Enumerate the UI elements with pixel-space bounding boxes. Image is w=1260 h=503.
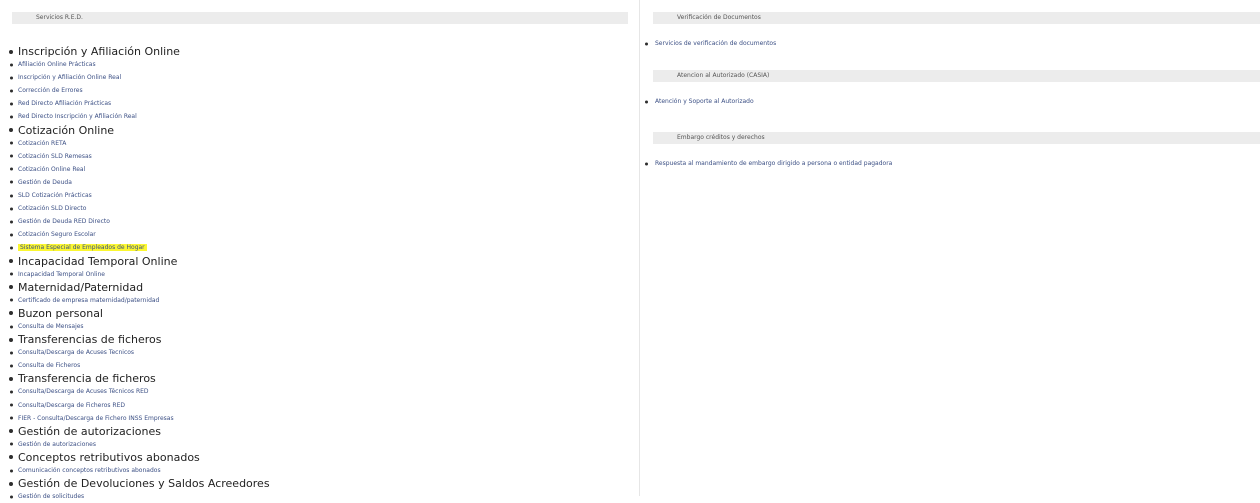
service-link[interactable]: Cotización Seguro Escolar xyxy=(0,228,639,241)
section-document-verification: Verificación de Documentos Servicios de … xyxy=(641,12,1260,54)
category-heading: Incapacidad Temporal Online xyxy=(0,255,639,268)
service-link[interactable]: Consulta de Ficheros xyxy=(0,359,639,372)
service-link[interactable]: Consulta/Descarga de Ficheros RED xyxy=(0,399,639,412)
service-link[interactable]: Red Directo Inscripción y Afiliación Rea… xyxy=(0,110,639,123)
service-link[interactable]: Cotización RETA xyxy=(0,137,639,150)
service-link[interactable]: Cotización SLD Directo xyxy=(0,202,639,215)
link-casia-support[interactable]: Atención y Soporte al Autorizado xyxy=(641,92,1260,112)
service-link[interactable]: Gestión de Deuda xyxy=(0,176,639,189)
section-casia: Atencion al Autorizado (CASIA) Atención … xyxy=(641,70,1260,112)
service-link[interactable]: Afiliación Online Prácticas xyxy=(0,58,639,71)
service-link[interactable]: Consulta/Descarga de Acuses Tecnicos xyxy=(0,346,639,359)
category-heading: Gestión de autorizaciones xyxy=(0,425,639,438)
section-embargo: Embargo créditos y derechos Respuesta al… xyxy=(641,132,1260,174)
service-link[interactable]: FIER - Consulta/Descarga de Fichero INSS… xyxy=(0,412,639,425)
category-heading: Transferencias de ficheros xyxy=(0,333,639,346)
red-services-header: Servicios R.E.D. xyxy=(12,12,628,24)
red-services-list: Inscripción y Afiliación Online Afiliació… xyxy=(0,45,639,503)
link-embargo-response[interactable]: Respuesta al mandamiento de embargo diri… xyxy=(641,154,1260,174)
service-link[interactable]: Cotización SLD Remesas xyxy=(0,150,639,163)
red-services-panel: Servicios R.E.D. Inscripción y Afiliació… xyxy=(0,0,640,500)
service-link[interactable]: Red Directo Afiliación Prácticas xyxy=(0,97,639,110)
highlighted-service-link[interactable]: Sistema Especial de Empleados de Hogar xyxy=(18,244,147,252)
section-header: Verificación de Documentos xyxy=(653,12,1260,24)
category-heading: Buzon personal xyxy=(0,307,639,320)
category-heading: Transferencia de ficheros xyxy=(0,372,639,385)
service-link[interactable]: Consulta de Mensajes xyxy=(0,320,639,333)
service-link[interactable]: Comunicación conceptos retributivos abon… xyxy=(0,464,639,477)
service-link[interactable]: Inscripción y Afiliación Online Real xyxy=(0,71,639,84)
service-link[interactable]: Gestión de Deuda RED Directo xyxy=(0,215,639,228)
service-link[interactable]: Corrección de Errores xyxy=(0,84,639,97)
category-heading: Maternidad/Paternidad xyxy=(0,281,639,294)
service-link[interactable]: Gestión de autorizaciones xyxy=(0,438,639,451)
service-link[interactable]: Certificado de empresa maternidad/patern… xyxy=(0,294,639,307)
category-heading: Inscripción y Afiliación Online xyxy=(0,45,639,58)
section-header: Embargo créditos y derechos xyxy=(653,132,1260,144)
service-link[interactable]: Gestión de solicitudes xyxy=(0,490,639,503)
service-link[interactable]: Cotización Online Real xyxy=(0,163,639,176)
other-services-panel: Verificación de Documentos Servicios de … xyxy=(641,0,1260,496)
link-document-verification[interactable]: Servicios de verificación de documentos xyxy=(641,34,1260,54)
service-link[interactable]: Incapacidad Temporal Online xyxy=(0,268,639,281)
service-link[interactable]: Consulta/Descarga de Acuses Técnicos RED xyxy=(0,385,639,398)
service-link[interactable]: SLD Cotización Prácticas xyxy=(0,189,639,202)
section-header: Atencion al Autorizado (CASIA) xyxy=(653,70,1260,82)
category-heading: Conceptos retributivos abonados xyxy=(0,451,639,464)
category-heading: Cotización Online xyxy=(0,124,639,137)
service-link[interactable]: Sistema Especial de Empleados de Hogar xyxy=(0,241,639,254)
category-heading: Gestión de Devoluciones y Saldos Acreedo… xyxy=(0,477,639,490)
